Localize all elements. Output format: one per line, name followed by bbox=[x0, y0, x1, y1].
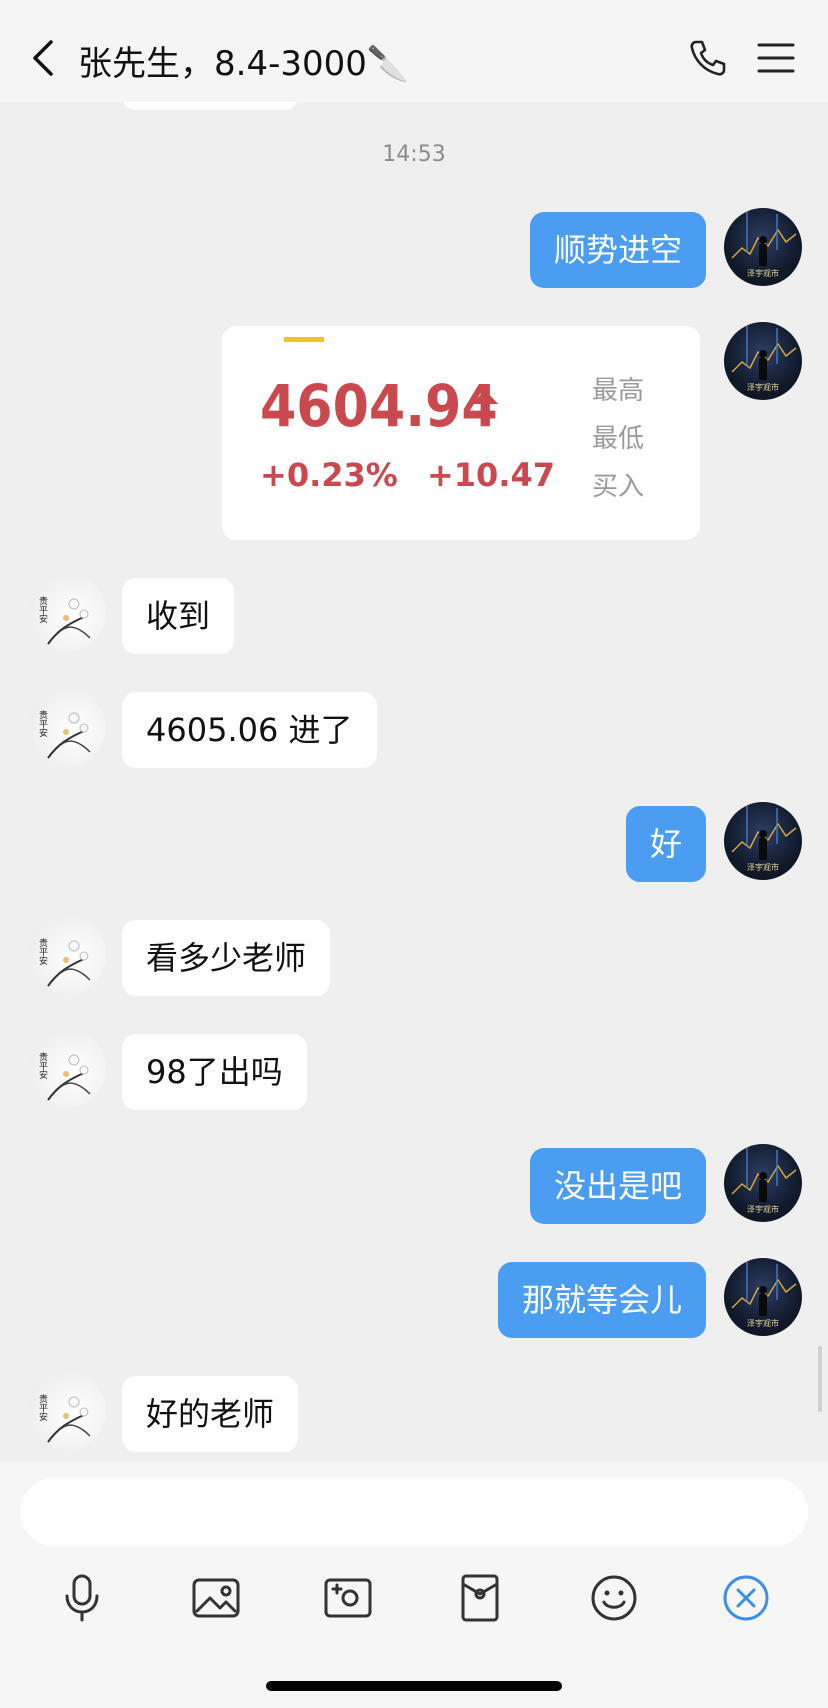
avatar-label: 泽宇观市 bbox=[747, 1204, 779, 1214]
call-button[interactable] bbox=[688, 38, 728, 78]
microphone-icon[interactable] bbox=[56, 1572, 108, 1624]
message-bubble[interactable]: 顺势进空 bbox=[529, 212, 706, 288]
phone-icon bbox=[690, 40, 726, 76]
stock-quote-card[interactable]: 4604.94 +0.23% +10.47 最高 最低 买入 bbox=[222, 326, 700, 540]
emoji-icon[interactable] bbox=[588, 1572, 640, 1624]
avatar-label: 泽宇观市 bbox=[747, 1318, 779, 1328]
close-circle-icon[interactable] bbox=[720, 1572, 772, 1624]
menu-button[interactable] bbox=[756, 40, 796, 76]
input-area bbox=[0, 1462, 828, 1708]
message-bubble[interactable]: 看多少老师 bbox=[122, 920, 331, 996]
avatar[interactable]: 贵平安 bbox=[28, 1372, 106, 1450]
self-avatar-image: 泽宇观市 bbox=[731, 806, 797, 872]
message-bubble[interactable]: 收到 bbox=[122, 578, 235, 654]
avatar[interactable]: 贵平安 bbox=[28, 916, 106, 994]
message-bubble[interactable]: 好 bbox=[625, 806, 706, 882]
stock-price: 4604.94 bbox=[260, 372, 498, 440]
avatar-label: 贵平安 bbox=[37, 709, 48, 738]
message-input[interactable] bbox=[20, 1478, 808, 1546]
message-timestamp: 14:53 bbox=[382, 142, 446, 167]
avatar[interactable]: 泽宇观市 bbox=[724, 1258, 802, 1336]
chat-title: 张先生，8.4-3000🔪 bbox=[78, 44, 410, 84]
change-value: +10.47 bbox=[426, 456, 555, 494]
avatar[interactable]: 泽宇观市 bbox=[724, 208, 802, 286]
avatar-label: 泽宇观市 bbox=[747, 862, 779, 872]
avatar[interactable]: 泽宇观市 bbox=[724, 802, 802, 880]
camera-icon[interactable] bbox=[322, 1572, 374, 1624]
label-high: 最高 bbox=[592, 376, 645, 406]
self-avatar-image: 泽宇观市 bbox=[731, 1262, 797, 1328]
peer-avatar-image: 贵平安 bbox=[37, 937, 91, 987]
self-avatar-image: 泽宇观市 bbox=[731, 1148, 797, 1214]
label-low: 最低 bbox=[592, 424, 645, 454]
avatar[interactable]: 泽宇观市 bbox=[724, 1144, 802, 1222]
hamburger-menu-icon bbox=[757, 43, 795, 73]
label-buy: 买入 bbox=[592, 472, 645, 502]
avatar-label: 贵平安 bbox=[37, 1051, 48, 1080]
red-packet-icon[interactable] bbox=[454, 1572, 506, 1624]
arrow-up-icon bbox=[472, 390, 498, 422]
scrollbar[interactable] bbox=[818, 1346, 822, 1412]
home-indicator[interactable] bbox=[266, 1681, 562, 1691]
self-avatar-image: 泽宇观市 bbox=[731, 212, 797, 278]
message-bubble[interactable]: 98了出吗 bbox=[122, 1034, 307, 1110]
message-bubble[interactable]: 那就等会儿 bbox=[497, 1262, 706, 1338]
message-bubble[interactable]: 4605.06 进了 bbox=[122, 692, 377, 768]
image-icon[interactable] bbox=[190, 1572, 242, 1624]
peer-avatar-image: 贵平安 bbox=[37, 1051, 91, 1101]
avatar-label: 泽宇观市 bbox=[747, 382, 779, 392]
message-bubble[interactable]: 好的老师 bbox=[122, 1376, 299, 1452]
avatar-label: 贵平安 bbox=[37, 1393, 48, 1422]
avatar[interactable]: 泽宇观市 bbox=[724, 322, 802, 400]
chat-header: 张先生，8.4-3000🔪 bbox=[0, 0, 828, 102]
back-button[interactable] bbox=[26, 38, 60, 78]
peer-avatar-image: 贵平安 bbox=[37, 1393, 91, 1443]
chevron-left-icon bbox=[33, 40, 53, 76]
message-bubble[interactable]: 没出是吧 bbox=[529, 1148, 706, 1224]
change-percent: +0.23% bbox=[260, 456, 398, 494]
peer-avatar-image: 贵平安 bbox=[37, 595, 91, 645]
avatar-label: 泽宇观市 bbox=[747, 268, 779, 278]
avatar-label: 贵平安 bbox=[37, 937, 48, 966]
avatar[interactable]: 贵平安 bbox=[28, 688, 106, 766]
accent-bar bbox=[284, 337, 324, 342]
stock-change: +0.23% +10.47 bbox=[260, 456, 573, 494]
self-avatar-image: 泽宇观市 bbox=[731, 326, 797, 392]
avatar-label: 贵平安 bbox=[37, 595, 48, 624]
avatar[interactable]: 贵平安 bbox=[28, 574, 106, 652]
avatar[interactable]: 贵平安 bbox=[28, 1030, 106, 1108]
peer-avatar-image: 贵平安 bbox=[37, 709, 91, 759]
